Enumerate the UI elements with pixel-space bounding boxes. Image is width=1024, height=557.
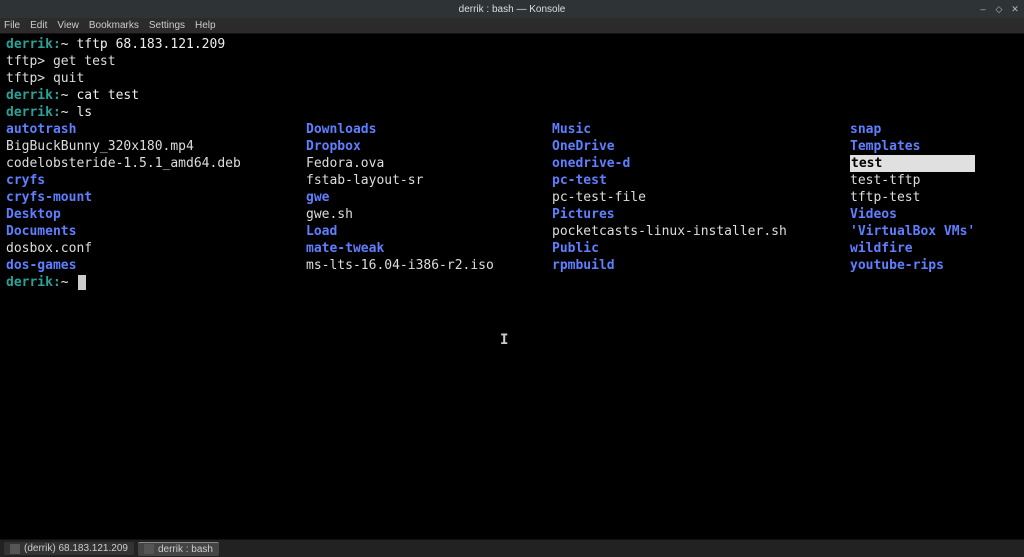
terminal-line: tftp> quit	[6, 70, 1018, 87]
menu-file[interactable]: File	[4, 20, 20, 31]
titlebar: derrik : bash — Konsole – ◇ ✕	[0, 0, 1024, 18]
ls-entry: ms-lts-16.04-i386-r2.iso	[306, 257, 552, 274]
ls-entry: tftp-test	[850, 189, 975, 206]
command-text: tftp 68.183.121.209	[76, 37, 225, 52]
ls-entry: snap	[850, 121, 975, 138]
ls-entry: fstab-layout-sr	[306, 172, 552, 189]
ls-entry: youtube-rips	[850, 257, 975, 274]
maximize-icon[interactable]: ◇	[994, 4, 1004, 14]
taskbar-item[interactable]: derrik : bash	[138, 542, 219, 556]
ls-entry: test	[850, 155, 975, 172]
ls-entry: Public	[552, 240, 850, 257]
ls-entry: 'VirtualBox VMs'	[850, 223, 975, 240]
ls-entry: dos-games	[6, 257, 306, 274]
window-title: derrik : bash — Konsole	[459, 4, 566, 15]
taskbar-item[interactable]: (derrik) 68.183.121.209	[4, 542, 134, 555]
text-cursor-icon: I	[500, 332, 508, 349]
menu-edit[interactable]: Edit	[30, 20, 47, 31]
output-text: tftp> quit	[6, 71, 84, 86]
terminal-line: tftp> get test	[6, 53, 1018, 70]
close-icon[interactable]: ✕	[1010, 4, 1020, 14]
terminal-line: derrik:~ ls	[6, 104, 1018, 121]
taskbar: (derrik) 68.183.121.209 derrik : bash	[0, 539, 1024, 557]
prompt-path: ~	[61, 275, 69, 290]
ls-entry: gwe	[306, 189, 552, 206]
ls-entry: test-tftp	[850, 172, 975, 189]
ls-entry: gwe.sh	[306, 206, 552, 223]
ls-entry: wildfire	[850, 240, 975, 257]
prompt-path: ~	[61, 88, 69, 103]
ls-entry: pc-test	[552, 172, 850, 189]
menu-help[interactable]: Help	[195, 20, 216, 31]
terminal-line: derrik:~ cat test	[6, 87, 1018, 104]
prompt-user: derrik	[6, 275, 53, 290]
menu-view[interactable]: View	[57, 20, 79, 31]
ls-output: autotrashBigBuckBunny_320x180.mp4codelob…	[6, 121, 1018, 274]
cursor-block	[78, 275, 86, 290]
ls-entry: Desktop	[6, 206, 306, 223]
ls-entry: codelobsteride-1.5.1_amd64.deb	[6, 155, 306, 172]
ls-entry: Documents	[6, 223, 306, 240]
taskbar-item-label: (derrik) 68.183.121.209	[24, 543, 128, 554]
ls-entry: cryfs-mount	[6, 189, 306, 206]
output-text: tftp> get test	[6, 54, 116, 69]
terminal-icon	[10, 544, 20, 554]
taskbar-item-label: derrik : bash	[158, 544, 213, 555]
command-text: ls	[76, 105, 92, 120]
prompt-user: derrik	[6, 37, 53, 52]
ls-entry: onedrive-d	[552, 155, 850, 172]
ls-entry: Dropbox	[306, 138, 552, 155]
terminal-output[interactable]: derrik:~ tftp 68.183.121.209 tftp> get t…	[0, 34, 1024, 539]
window-controls: – ◇ ✕	[978, 4, 1020, 14]
ls-entry: pc-test-file	[552, 189, 850, 206]
ls-entry: pocketcasts-linux-installer.sh	[552, 223, 850, 240]
ls-entry: Videos	[850, 206, 975, 223]
ls-entry: rpmbuild	[552, 257, 850, 274]
ls-entry: dosbox.conf	[6, 240, 306, 257]
terminal-prompt-line: derrik:~	[6, 274, 1018, 291]
prompt-path: ~	[61, 37, 69, 52]
ls-entry: Fedora.ova	[306, 155, 552, 172]
menubar: File Edit View Bookmarks Settings Help	[0, 18, 1024, 34]
command-text: cat test	[76, 88, 139, 103]
terminal-line: derrik:~ tftp 68.183.121.209	[6, 36, 1018, 53]
ls-entry: Downloads	[306, 121, 552, 138]
ls-entry: BigBuckBunny_320x180.mp4	[6, 138, 306, 155]
ls-entry: OneDrive	[552, 138, 850, 155]
terminal-icon	[144, 544, 154, 554]
ls-entry: Music	[552, 121, 850, 138]
menu-settings[interactable]: Settings	[149, 20, 185, 31]
ls-entry: autotrash	[6, 121, 306, 138]
menu-bookmarks[interactable]: Bookmarks	[89, 20, 139, 31]
minimize-icon[interactable]: –	[978, 4, 988, 14]
ls-entry: cryfs	[6, 172, 306, 189]
ls-entry: mate-tweak	[306, 240, 552, 257]
prompt-user: derrik	[6, 105, 53, 120]
prompt-user: derrik	[6, 88, 53, 103]
ls-entry: Load	[306, 223, 552, 240]
ls-entry: Pictures	[552, 206, 850, 223]
prompt-path: ~	[61, 105, 69, 120]
ls-entry: Templates	[850, 138, 975, 155]
